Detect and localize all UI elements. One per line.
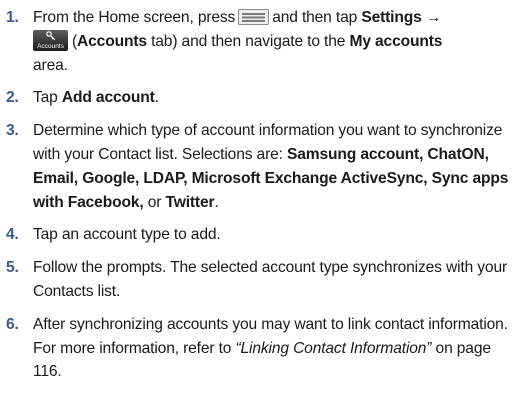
step-2: 2. Tap Add account. xyxy=(4,86,511,110)
settings-label: Settings xyxy=(361,9,422,26)
step-number: 3. xyxy=(6,122,19,140)
step-text: tab) and then navigate to the xyxy=(151,32,346,50)
step-text: and then tap xyxy=(272,9,358,26)
steps-list: 1. From the Home screen, press and then t… xyxy=(4,6,511,384)
add-account-label: Add account xyxy=(61,89,155,107)
step-text: Follow the prompts. The selected account… xyxy=(33,259,508,300)
step-text: or xyxy=(147,193,162,211)
instructions-page: 1. From the Home screen, press and then t… xyxy=(0,0,517,420)
menu-key-icon xyxy=(238,9,270,25)
step-6: 6. After synchronizing accounts you may … xyxy=(4,313,511,384)
arrow-icon: → xyxy=(425,9,442,26)
accounts-tab-label: Accounts xyxy=(77,32,147,50)
step-text: area. xyxy=(33,56,68,74)
step-number: 4. xyxy=(6,226,19,244)
step-number: 5. xyxy=(6,259,19,277)
accounts-icon-label: Accounts xyxy=(37,42,64,50)
step-text: . xyxy=(214,193,219,211)
step-text: Tap xyxy=(33,89,58,107)
accounts-tab-icon: Accounts xyxy=(33,29,68,51)
step-5: 5. Follow the prompts. The selected acco… xyxy=(4,256,511,304)
step-3: 3. Determine which type of account infor… xyxy=(4,119,511,214)
key-icon xyxy=(46,30,56,41)
step-1: 1. From the Home screen, press and then t… xyxy=(4,6,511,77)
step-text: . xyxy=(154,89,159,107)
twitter-label: Twitter xyxy=(165,193,215,211)
step-number: 2. xyxy=(6,89,19,107)
step-number: 1. xyxy=(6,9,19,26)
my-accounts-label: My accounts xyxy=(349,32,443,50)
step-text: Tap an account type to add. xyxy=(33,226,221,244)
step-text: From the Home screen, press xyxy=(33,9,236,26)
step-4: 4. Tap an account type to add. xyxy=(4,223,511,247)
linking-contact-reference: “Linking Contact Information” xyxy=(235,339,432,357)
step-number: 6. xyxy=(6,315,19,333)
